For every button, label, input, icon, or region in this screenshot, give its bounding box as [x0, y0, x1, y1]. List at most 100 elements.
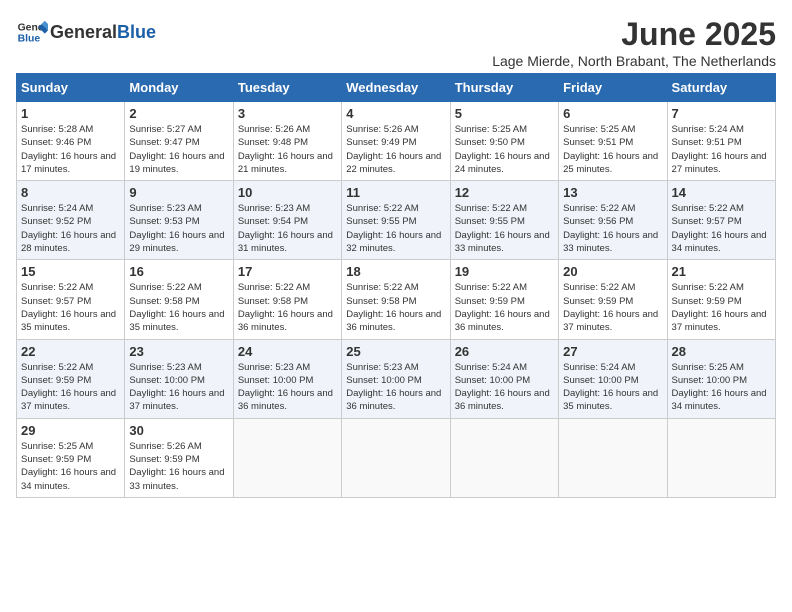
day-cell-8: 8 Sunrise: 5:24 AM Sunset: 9:52 PM Daylig…: [17, 181, 125, 260]
day-cell-3: 3 Sunrise: 5:26 AM Sunset: 9:48 PM Daylig…: [233, 102, 341, 181]
day-number-14: 14: [672, 185, 771, 200]
day-info-29: Sunrise: 5:25 AM Sunset: 9:59 PM Dayligh…: [21, 440, 120, 493]
week-row-5: 29 Sunrise: 5:25 AM Sunset: 9:59 PM Dayli…: [17, 418, 776, 497]
day-info-24: Sunrise: 5:23 AM Sunset: 10:00 PM Daylig…: [238, 361, 337, 414]
empty-cell-4-2: [233, 418, 341, 497]
day-cell-9: 9Sunrise: 5:23 AM Sunset: 9:53 PM Daylig…: [125, 181, 233, 260]
day-info-14: Sunrise: 5:22 AM Sunset: 9:57 PM Dayligh…: [672, 202, 771, 255]
day-number-20: 20: [563, 264, 662, 279]
header-tuesday: Tuesday: [233, 74, 341, 102]
day-number-16: 16: [129, 264, 228, 279]
header-wednesday: Wednesday: [342, 74, 450, 102]
day-number-13: 13: [563, 185, 662, 200]
day-info-19: Sunrise: 5:22 AM Sunset: 9:59 PM Dayligh…: [455, 281, 554, 334]
week-row-1: 1Sunrise: 5:28 AM Sunset: 9:46 PM Daylig…: [17, 102, 776, 181]
week-row-4: 22Sunrise: 5:22 AM Sunset: 9:59 PM Dayli…: [17, 339, 776, 418]
day-info-5: Sunrise: 5:25 AM Sunset: 9:50 PM Dayligh…: [455, 123, 554, 176]
header-sunday: Sunday: [17, 74, 125, 102]
svg-text:Blue: Blue: [18, 34, 41, 45]
empty-cell-4-3: [342, 418, 450, 497]
day-info-30: Sunrise: 5:26 AM Sunset: 9:59 PM Dayligh…: [129, 440, 228, 493]
day-info-18: Sunrise: 5:22 AM Sunset: 9:58 PM Dayligh…: [346, 281, 445, 334]
day-cell-5: 5Sunrise: 5:25 AM Sunset: 9:50 PM Daylig…: [450, 102, 558, 181]
day-cell-26: 26 Sunrise: 5:24 AM Sunset: 10:00 PM Dayl…: [450, 339, 558, 418]
day-number-28: 28: [672, 344, 771, 359]
day-number-3: 3: [238, 106, 337, 121]
day-cell-30: 30Sunrise: 5:26 AM Sunset: 9:59 PM Dayli…: [125, 418, 233, 497]
day-info-21: Sunrise: 5:22 AM Sunset: 9:59 PM Dayligh…: [672, 281, 771, 334]
weekday-header-row: Sunday Monday Tuesday Wednesday Thursday…: [17, 74, 776, 102]
day-number-9: 9: [129, 185, 228, 200]
header-monday: Monday: [125, 74, 233, 102]
day-info-23: Sunrise: 5:23 AM Sunset: 10:00 PM Daylig…: [129, 361, 228, 414]
month-title: June 2025: [492, 16, 776, 53]
logo: General Blue General Blue: [16, 16, 156, 48]
header-thursday: Thursday: [450, 74, 558, 102]
day-cell-2: 2Sunrise: 5:27 AM Sunset: 9:47 PM Daylig…: [125, 102, 233, 181]
day-number-7: 7: [672, 106, 771, 121]
day-cell-19: 19 Sunrise: 5:22 AM Sunset: 9:59 PM Dayli…: [450, 260, 558, 339]
logo-text-general: General: [50, 22, 117, 42]
day-info-16: Sunrise: 5:22 AM Sunset: 9:58 PM Dayligh…: [129, 281, 228, 334]
day-number-21: 21: [672, 264, 771, 279]
week-row-2: 8 Sunrise: 5:24 AM Sunset: 9:52 PM Daylig…: [17, 181, 776, 260]
day-cell-20: 20 Sunrise: 5:22 AM Sunset: 9:59 PM Dayli…: [559, 260, 667, 339]
day-cell-6: 6 Sunrise: 5:25 AM Sunset: 9:51 PM Daylig…: [559, 102, 667, 181]
day-number-26: 26: [455, 344, 554, 359]
day-cell-10: 10 Sunrise: 5:23 AM Sunset: 9:54 PM Dayli…: [233, 181, 341, 260]
logo-icon: General Blue: [16, 16, 48, 48]
day-info-10: Sunrise: 5:23 AM Sunset: 9:54 PM Dayligh…: [238, 202, 337, 255]
day-cell-12: 12Sunrise: 5:22 AM Sunset: 9:55 PM Dayli…: [450, 181, 558, 260]
day-number-29: 29: [21, 423, 120, 438]
day-cell-17: 17 Sunrise: 5:22 AM Sunset: 9:58 PM Dayli…: [233, 260, 341, 339]
day-number-23: 23: [129, 344, 228, 359]
day-info-17: Sunrise: 5:22 AM Sunset: 9:58 PM Dayligh…: [238, 281, 337, 334]
header-saturday: Saturday: [667, 74, 775, 102]
day-number-10: 10: [238, 185, 337, 200]
day-cell-7: 7 Sunrise: 5:24 AM Sunset: 9:51 PM Daylig…: [667, 102, 775, 181]
empty-cell-4-6: [667, 418, 775, 497]
page-header: General Blue General Blue June 2025 Lage …: [16, 16, 776, 69]
day-number-24: 24: [238, 344, 337, 359]
day-info-26: Sunrise: 5:24 AM Sunset: 10:00 PM Daylig…: [455, 361, 554, 414]
day-info-28: Sunrise: 5:25 AM Sunset: 10:00 PM Daylig…: [672, 361, 771, 414]
day-cell-28: 28 Sunrise: 5:25 AM Sunset: 10:00 PM Dayl…: [667, 339, 775, 418]
day-info-12: Sunrise: 5:22 AM Sunset: 9:55 PM Dayligh…: [455, 202, 554, 255]
day-info-25: Sunrise: 5:23 AM Sunset: 10:00 PM Daylig…: [346, 361, 445, 414]
day-info-13: Sunrise: 5:22 AM Sunset: 9:56 PM Dayligh…: [563, 202, 662, 255]
day-cell-22: 22Sunrise: 5:22 AM Sunset: 9:59 PM Dayli…: [17, 339, 125, 418]
day-cell-11: 11Sunrise: 5:22 AM Sunset: 9:55 PM Dayli…: [342, 181, 450, 260]
day-info-7: Sunrise: 5:24 AM Sunset: 9:51 PM Dayligh…: [672, 123, 771, 176]
location-title: Lage Mierde, North Brabant, The Netherla…: [492, 53, 776, 69]
empty-cell-4-4: [450, 418, 558, 497]
day-cell-27: 27 Sunrise: 5:24 AM Sunset: 10:00 PM Dayl…: [559, 339, 667, 418]
day-info-2: Sunrise: 5:27 AM Sunset: 9:47 PM Dayligh…: [129, 123, 228, 176]
empty-cell-4-5: [559, 418, 667, 497]
day-cell-14: 14 Sunrise: 5:22 AM Sunset: 9:57 PM Dayli…: [667, 181, 775, 260]
day-cell-13: 13 Sunrise: 5:22 AM Sunset: 9:56 PM Dayli…: [559, 181, 667, 260]
day-number-18: 18: [346, 264, 445, 279]
day-number-19: 19: [455, 264, 554, 279]
day-cell-21: 21 Sunrise: 5:22 AM Sunset: 9:59 PM Dayli…: [667, 260, 775, 339]
calendar-table: Sunday Monday Tuesday Wednesday Thursday…: [16, 73, 776, 498]
day-number-17: 17: [238, 264, 337, 279]
day-info-3: Sunrise: 5:26 AM Sunset: 9:48 PM Dayligh…: [238, 123, 337, 176]
day-number-8: 8: [21, 185, 120, 200]
day-cell-1: 1Sunrise: 5:28 AM Sunset: 9:46 PM Daylig…: [17, 102, 125, 181]
day-cell-29: 29 Sunrise: 5:25 AM Sunset: 9:59 PM Dayli…: [17, 418, 125, 497]
day-number-25: 25: [346, 344, 445, 359]
week-row-3: 15 Sunrise: 5:22 AM Sunset: 9:57 PM Dayli…: [17, 260, 776, 339]
day-number-27: 27: [563, 344, 662, 359]
day-number-6: 6: [563, 106, 662, 121]
day-cell-15: 15 Sunrise: 5:22 AM Sunset: 9:57 PM Dayli…: [17, 260, 125, 339]
day-info-8: Sunrise: 5:24 AM Sunset: 9:52 PM Dayligh…: [21, 202, 120, 255]
day-number-15: 15: [21, 264, 120, 279]
day-cell-25: 25 Sunrise: 5:23 AM Sunset: 10:00 PM Dayl…: [342, 339, 450, 418]
day-info-15: Sunrise: 5:22 AM Sunset: 9:57 PM Dayligh…: [21, 281, 120, 334]
day-info-27: Sunrise: 5:24 AM Sunset: 10:00 PM Daylig…: [563, 361, 662, 414]
day-cell-16: 16 Sunrise: 5:22 AM Sunset: 9:58 PM Dayli…: [125, 260, 233, 339]
header-friday: Friday: [559, 74, 667, 102]
day-cell-23: 23 Sunrise: 5:23 AM Sunset: 10:00 PM Dayl…: [125, 339, 233, 418]
day-info-6: Sunrise: 5:25 AM Sunset: 9:51 PM Dayligh…: [563, 123, 662, 176]
day-info-20: Sunrise: 5:22 AM Sunset: 9:59 PM Dayligh…: [563, 281, 662, 334]
